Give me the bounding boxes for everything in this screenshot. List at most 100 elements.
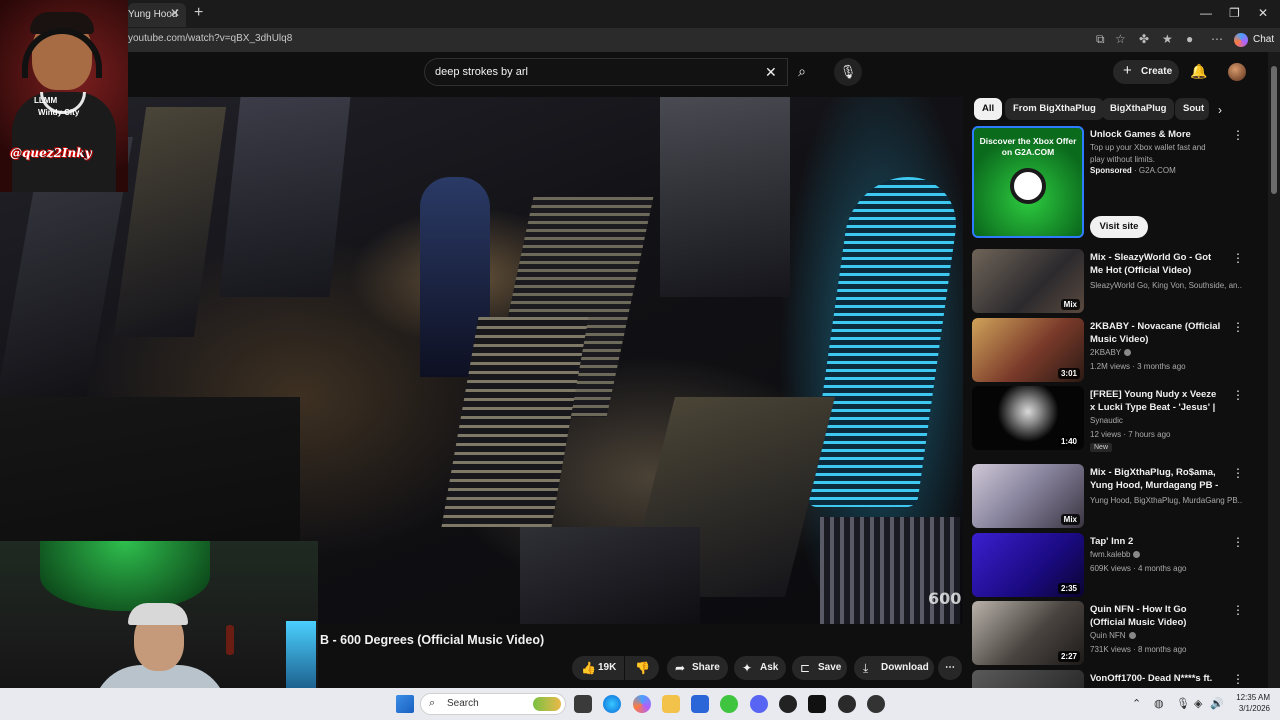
page-scrollbar[interactable] [1268,52,1280,688]
microphone-icon[interactable]: 🎙 [834,58,862,86]
video-thumbnail[interactable]: Mix [972,249,1084,313]
chip-bigxthaplug[interactable]: BigXthaPlug [1102,98,1175,120]
youtube-header: deep strokes by arl ✕ ⌕ 🎙 + Create 🔔 [0,52,1280,94]
scrollbar-thumb[interactable] [1271,66,1277,194]
recommendation-title[interactable]: VonOff1700- Dead N****s ft. [1090,672,1222,685]
ad-thumbnail-text: Discover the Xbox Offer on G2A.COM [979,136,1077,157]
chat-button[interactable]: Chat [1253,34,1274,45]
more-vertical-icon[interactable]: ⋮ [1232,603,1244,617]
list-item[interactable]: Mix Mix - BigXthaPlug, Ro$ama, Yung Hood… [972,464,1252,528]
tray-app-icon[interactable]: ◍ [1154,697,1164,710]
copilot-icon[interactable] [1234,33,1248,47]
tray-chevron-up-icon[interactable]: ⌃ [1132,697,1141,710]
video-thumbnail[interactable]: 3:01 [972,318,1084,382]
ask-button[interactable]: ✦ Ask [734,656,786,680]
recommendation-title[interactable]: Mix - SleazyWorld Go - Got Me Hot (Offic… [1090,251,1222,277]
more-vertical-icon[interactable]: ⋮ [1232,672,1244,686]
video-thumbnail[interactable] [972,670,1084,688]
recommendation-title[interactable]: Mix - BigXthaPlug, Ro$ama, Yung Hood, Mu… [1090,466,1222,493]
recommendation-channel[interactable]: SleazyWorld Go, King Von, Southside, an.… [1090,281,1242,290]
window-close-icon[interactable]: ✕ [1258,6,1268,20]
extensions-icon[interactable]: ✤ [1139,32,1149,46]
list-item[interactable]: 3:01 2KBABY - Novacane (Official Music V… [972,318,1252,382]
recommendation-title[interactable]: Quin NFN - How It Go (Official Music Vid… [1090,603,1222,629]
url-field[interactable]: youtube.com/watch?v=qBX_3dhUlq8 [128,33,292,44]
list-item[interactable]: 2:27 Quin NFN - How It Go (Official Musi… [972,601,1252,665]
recommendation-title[interactable]: [FREE] Young Nudy x Veeze x Lucki Type B… [1090,388,1222,415]
list-item[interactable]: 1:40 [FREE] Young Nudy x Veeze x Lucki T… [972,386,1252,456]
capcut-icon[interactable] [838,695,856,713]
duration-badge: 3:01 [1057,368,1080,379]
recommendation-channel[interactable]: Quin NFN [1090,631,1242,640]
favorites-icon[interactable]: ★ [1162,32,1173,46]
chip-south[interactable]: Sout [1175,98,1209,120]
search-highlight-icon [533,697,561,711]
maximize-icon[interactable]: ❐ [1229,6,1240,20]
list-item[interactable]: 2:35 Tap' Inn 2 fwm.kalebb 609K views · … [972,533,1252,597]
video-thumbnail[interactable]: Mix [972,464,1084,528]
windows-start-icon[interactable] [396,695,414,713]
clock-time: 12:35 AM [1236,693,1270,702]
audio-app-icon[interactable] [808,695,826,713]
obs-icon[interactable] [779,695,797,713]
recommendation-channel[interactable]: fwm.kalebb [1090,550,1242,559]
list-item[interactable]: VonOff1700- Dead N****s ft. ⋮ [972,670,1252,688]
more-vertical-icon[interactable]: ⋮ [1232,251,1244,265]
store-icon[interactable] [691,695,709,713]
volume-icon[interactable]: 🔊 [1210,697,1224,710]
recommendation-channel[interactable]: Synaudic [1090,416,1242,425]
xbox-logo-icon [1010,168,1046,204]
more-vertical-icon[interactable]: ⋮ [1232,128,1244,142]
notifications-bell-icon[interactable]: 🔔 [1190,63,1207,80]
more-vertical-icon[interactable]: ⋮ [1232,320,1244,334]
clear-search-icon[interactable]: ✕ [765,64,777,81]
network-icon[interactable]: ◈ [1194,697,1202,710]
new-tab-icon[interactable]: + [194,4,203,22]
video-thumbnail[interactable]: 2:35 [972,533,1084,597]
more-vertical-icon[interactable]: ⋮ [1232,466,1244,480]
app-icon[interactable] [867,695,885,713]
recommendation-title[interactable]: Tap' Inn 2 [1090,535,1222,548]
taskbar-search[interactable]: ⌕ Search [420,693,566,715]
media-player-icon[interactable] [720,695,738,713]
task-view-icon[interactable] [574,695,592,713]
browser-menu-icon[interactable]: ⋯ [1211,32,1223,46]
chip-all[interactable]: All [974,98,1003,120]
save-button[interactable]: ⊏ Save [792,656,847,680]
minimize-icon[interactable]: — [1200,6,1212,20]
visit-site-button[interactable]: Visit site [1090,216,1148,238]
microphone-tray-icon[interactable]: 🎙 [1176,697,1190,710]
close-tab-icon[interactable]: ✕ [170,6,180,20]
discord-icon[interactable] [750,695,768,713]
ad-title[interactable]: Unlock Games & More [1090,128,1222,141]
search-icon[interactable]: ⌕ [788,58,816,86]
taskbar-clock[interactable]: 12:35 AM 3/1/2026 [1226,692,1270,714]
edge-browser-icon[interactable] [603,695,621,713]
channel-name: Quin NFN [1090,631,1126,640]
chip-from-bigxthaplug[interactable]: From BigXthaPlug [1005,98,1104,120]
app-available-icon[interactable]: ⧉ [1096,32,1105,47]
create-button[interactable]: + Create [1113,60,1179,84]
like-button[interactable]: 👍 19K [572,656,624,680]
more-actions-button[interactable]: ⋯ [938,656,962,680]
avatar[interactable] [1228,63,1246,81]
more-vertical-icon[interactable]: ⋮ [1232,388,1244,402]
list-item[interactable]: Mix Mix - SleazyWorld Go - Got Me Hot (O… [972,249,1252,313]
video-thumbnail[interactable]: 2:27 [972,601,1084,665]
chevron-right-icon[interactable]: › [1218,103,1222,117]
favorite-star-icon[interactable]: ☆ [1115,32,1126,46]
overlay-handle: @quez2Inky [10,146,92,160]
share-button[interactable]: ➦ Share [667,656,728,680]
recommendation-title[interactable]: 2KBABY - Novacane (Official Music Video) [1090,320,1222,346]
profile-icon[interactable]: ● [1186,32,1193,46]
recommendation-channel[interactable]: 2KBABY [1090,348,1242,357]
dislike-button[interactable]: 👎 [625,656,659,680]
more-vertical-icon[interactable]: ⋮ [1232,535,1244,549]
recommendation-channel[interactable]: Yung Hood, BigXthaPlug, MurdaGang PB... [1090,496,1242,505]
download-button[interactable]: ⤓ Download [854,656,934,680]
file-explorer-icon[interactable] [662,695,680,713]
search-input[interactable]: deep strokes by arl ✕ [424,58,788,86]
video-thumbnail[interactable]: 1:40 [972,386,1084,450]
copilot-taskbar-icon[interactable] [633,695,651,713]
ad-thumbnail[interactable]: Discover the Xbox Offer on G2A.COM [972,126,1084,238]
